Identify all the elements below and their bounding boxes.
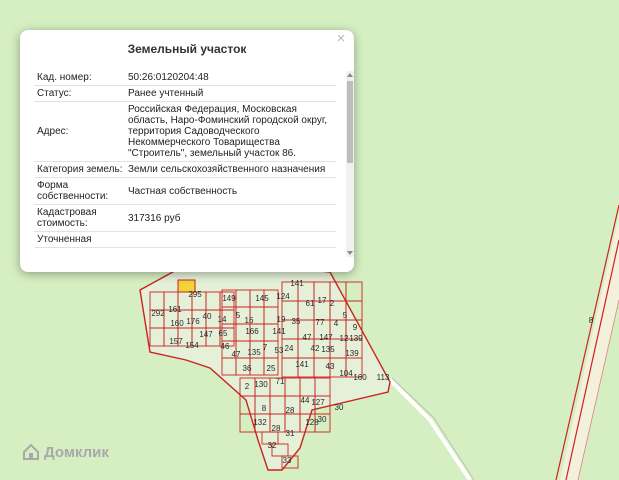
house-logo-icon xyxy=(23,443,39,460)
info-row: Адрес: Российская Федерация, Московская о… xyxy=(34,101,336,162)
info-value: 317316 руб xyxy=(125,204,336,232)
info-row: Кадастровая стоимость: 317316 руб xyxy=(34,204,336,232)
parcel-number-label: 161 xyxy=(168,305,182,314)
parcel-number-label: 77 xyxy=(316,318,325,327)
parcel-number-label: 145 xyxy=(255,294,269,303)
parcel-number-label: 47 xyxy=(303,333,312,342)
parcel-number-label: 132 xyxy=(253,418,267,427)
parcel-number-label: 147 xyxy=(319,333,333,342)
parcel-number-label: 28 xyxy=(286,406,295,415)
info-row: Статус: Ранее учтенный xyxy=(34,85,336,102)
parcel-number-label: 33 xyxy=(283,456,292,465)
info-label: Уточненная xyxy=(34,231,125,248)
info-value xyxy=(125,231,336,248)
parcel-number-label: 292 xyxy=(151,309,165,318)
brand-name: Домклик xyxy=(44,443,109,461)
parcel-number-label: 32 xyxy=(268,441,277,450)
parcel-number-label: 61 xyxy=(306,299,315,308)
parcel-number-label: 160 xyxy=(170,319,184,328)
parcel-number-label: 7 xyxy=(263,343,268,352)
parcel-number-label: 17 xyxy=(318,296,327,305)
popup-title: Земельный участок xyxy=(127,42,247,56)
scrollbar-thumb[interactable] xyxy=(347,81,353,163)
parcel-number-label: 139 xyxy=(349,334,363,343)
parcel-number-label: 141 xyxy=(295,360,309,369)
parcel-number-label: 30 xyxy=(335,403,344,412)
parcel-number-label: 19 xyxy=(277,315,286,324)
parcel-number-label: 147 xyxy=(199,330,213,339)
info-row: Форма собственности: Частная собственност… xyxy=(34,177,336,205)
parcel-number-label: 43 xyxy=(326,362,335,371)
parcel-number-label: 65 xyxy=(219,329,228,338)
popup-scroll-area[interactable]: Кад. номер: 50:26:0120204:48 Статус: Ранее … xyxy=(34,70,336,258)
info-label: Форма собственности: xyxy=(34,177,125,205)
parcel-number-label: 135 xyxy=(321,345,335,354)
scroll-up-arrow-icon[interactable] xyxy=(347,73,353,77)
parcel-number-label: 46 xyxy=(221,342,230,351)
parcel-number-label: 166 xyxy=(245,327,259,336)
info-value: Ранее учтенный xyxy=(125,85,336,102)
parcel-number-label: 113 xyxy=(377,373,390,382)
parcel-number-label: 14 xyxy=(218,315,227,324)
brand-logo: Домклик xyxy=(22,443,109,461)
parcel-number-label: 35 xyxy=(292,317,301,326)
info-value: Земли сельскохозяйственного назначения xyxy=(125,161,336,178)
parcel-number-label: 4 xyxy=(334,319,339,328)
parcel-number-label: 30 xyxy=(318,415,327,424)
parcel-number-label: 2 xyxy=(330,299,335,308)
parcel-number-label: 44 xyxy=(301,396,310,405)
info-value: 50:26:0120204:48 xyxy=(125,70,336,86)
parcel-info-popup: × Земельный участок Кад. номер: 50:26:012… xyxy=(20,30,354,272)
parcel-number-label: 53 xyxy=(275,346,284,355)
parcel-number-label: 36 xyxy=(243,364,252,373)
parcel-number-label: 28 xyxy=(272,424,281,433)
parcel-number-label: 176 xyxy=(186,317,200,326)
parcel-number-label: 5 xyxy=(343,311,348,320)
info-value: Российская Федерация, Московская область… xyxy=(125,101,336,162)
parcel-number-label: 295 xyxy=(188,290,202,299)
parcel-number-label: 31 xyxy=(286,429,295,438)
parcel-number-label: 139 xyxy=(345,349,359,358)
parcel-number-label: 25 xyxy=(267,364,276,373)
info-row: Категория земель: Земли сельскохозяйствен… xyxy=(34,161,336,178)
info-label: Кадастровая стоимость: xyxy=(34,204,125,232)
parcel-number-label: 135 xyxy=(247,348,261,357)
parcel-number-label: 127 xyxy=(311,398,325,407)
parcel-number-label: 157 xyxy=(169,337,183,346)
parcel-number-label: 130 xyxy=(254,380,268,389)
parcel-number-label: 9 xyxy=(353,323,358,332)
info-label: Категория земель: xyxy=(34,161,125,178)
parcel-number-label: 24 xyxy=(285,344,294,353)
parcel-number-label: 40 xyxy=(203,312,212,321)
parcel-number-label: 154 xyxy=(185,341,199,350)
parcel-number-label: 8 xyxy=(262,404,267,413)
parcel-info-table: Кад. номер: 50:26:0120204:48 Статус: Ранее … xyxy=(34,70,336,248)
parcel-number-label: 8 xyxy=(589,316,594,325)
popup-scrollbar[interactable] xyxy=(346,71,354,257)
parcel-number-label: 124 xyxy=(276,292,290,301)
parcel-number-label: 104 xyxy=(339,369,353,378)
parcel-number-label: 12 xyxy=(340,334,349,343)
parcel-number-label: 16 xyxy=(245,316,254,325)
info-row: Кад. номер: 50:26:0120204:48 xyxy=(34,70,336,86)
parcel-number-label: 42 xyxy=(311,344,320,353)
parcel-number-label: 71 xyxy=(276,377,285,386)
info-value: Частная собственность xyxy=(125,177,336,205)
info-row: Уточненная xyxy=(34,231,336,248)
parcel-number-label: 141 xyxy=(290,279,304,288)
parcel-number-label: 149 xyxy=(222,294,236,303)
parcel-number-label: 160 xyxy=(353,373,367,382)
info-label: Адрес: xyxy=(34,101,125,162)
info-label: Кад. номер: xyxy=(34,70,125,86)
parcel-number-label: 2 xyxy=(245,382,250,391)
parcel-number-label: 141 xyxy=(272,327,286,336)
scroll-down-arrow-icon[interactable] xyxy=(347,251,353,255)
info-label: Статус: xyxy=(34,85,125,102)
parcel-number-label: 47 xyxy=(232,350,241,359)
parcel-number-label: 5 xyxy=(236,311,241,320)
